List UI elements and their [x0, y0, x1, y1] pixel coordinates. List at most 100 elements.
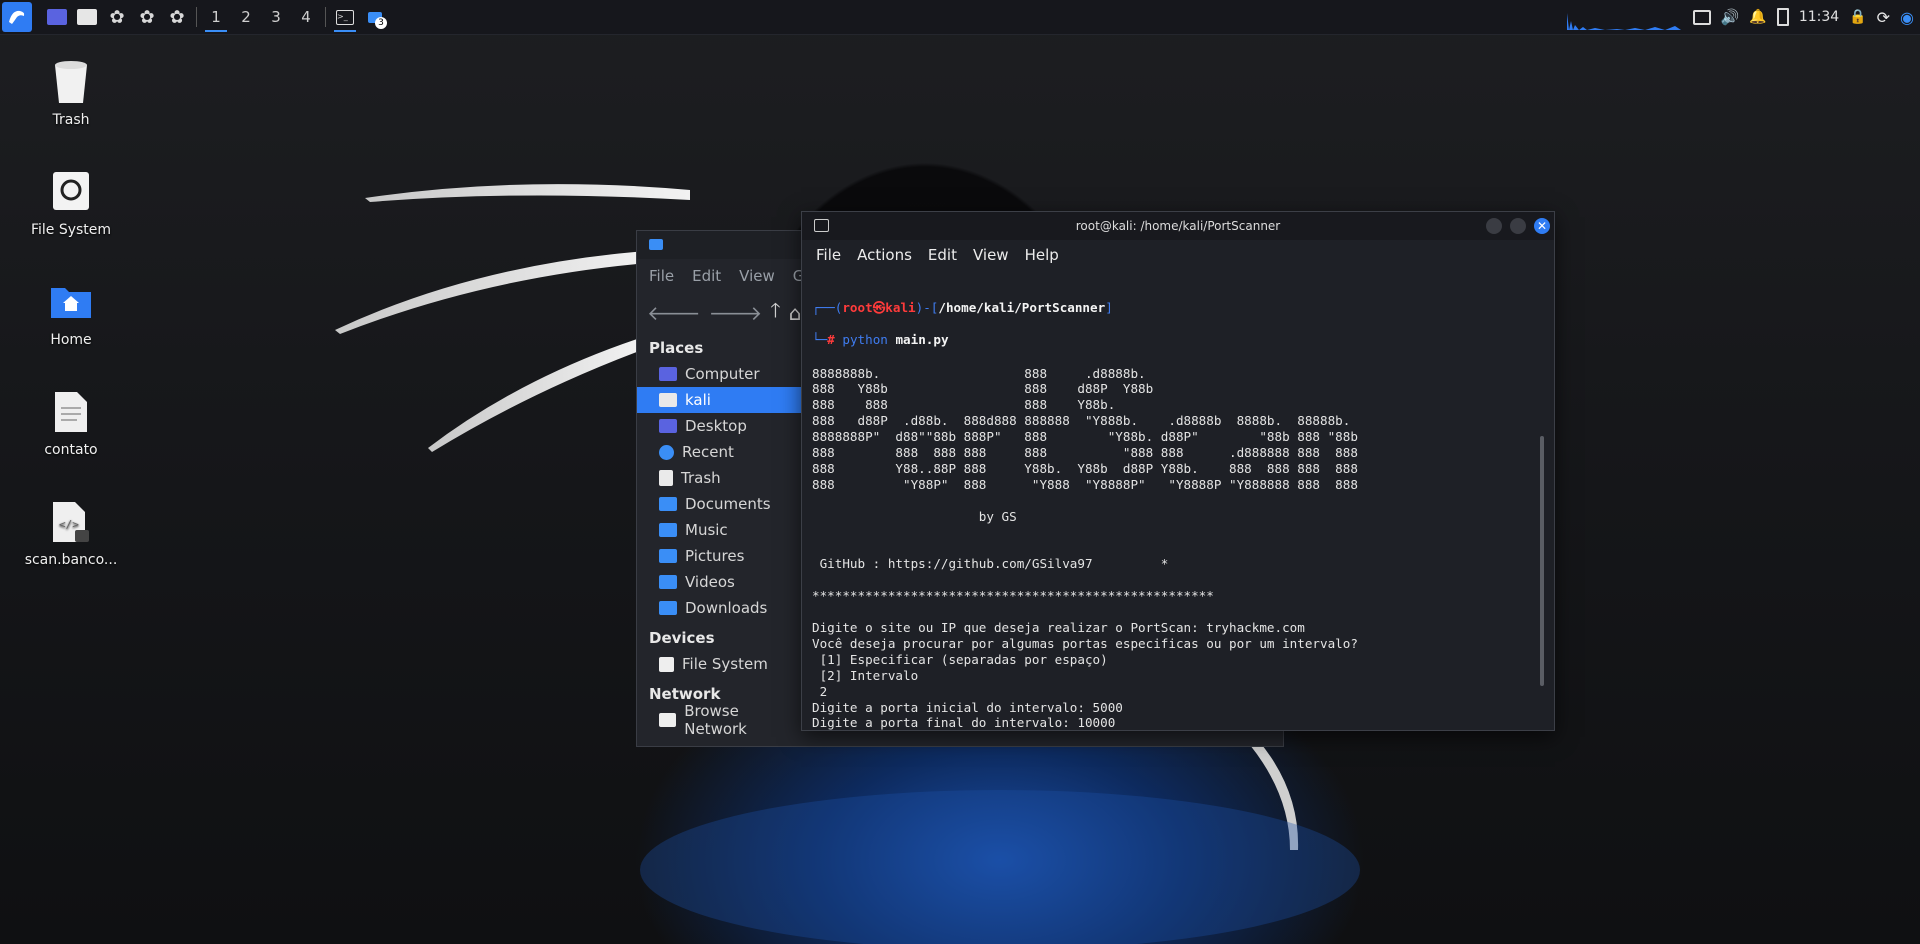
place-downloads[interactable]: Downloads [637, 595, 801, 621]
clock[interactable]: 11:34 [1799, 9, 1839, 25]
music-folder-icon [659, 523, 677, 537]
lock-screen-icon[interactable]: 🔒 [1849, 9, 1866, 25]
output-line: [1] Especificar (separadas por espaço) [812, 651, 1108, 667]
banner-line: 8888888P" d88""88b 888P" 888 "Y88b. d88P… [812, 429, 1358, 445]
place-computer[interactable]: Computer [637, 361, 801, 387]
documents-folder-icon [659, 497, 677, 511]
output-line: Você deseja procurar por algumas portas … [812, 635, 1358, 651]
banner-line [812, 572, 1534, 588]
file-manager-sidebar: Places Computer kali Desktop Recent Tras… [637, 331, 801, 738]
desktop-icon-home[interactable]: Home [16, 278, 126, 348]
banner-line: 888 Y88b 888 d88P Y88b [812, 381, 1154, 397]
maximize-button[interactable] [1510, 218, 1526, 234]
show-desktop-button[interactable] [42, 2, 72, 32]
command-bin: python [842, 331, 888, 347]
output-line: Digite a porta final do intervalo: 10000 [812, 715, 1116, 730]
launcher-3[interactable]: ✿ [162, 2, 192, 32]
desktop-icon-scan-banco[interactable]: </> scan.banco... [16, 498, 126, 568]
output-line: Digite a porta inicial do intervalo: 500… [812, 699, 1123, 715]
launcher-2[interactable]: ✿ [132, 2, 162, 32]
device-label: File System [682, 655, 768, 673]
menu-edit[interactable]: Edit [928, 246, 957, 264]
text-file-icon [47, 388, 95, 436]
notification-bell-icon[interactable]: 🔔 [1749, 9, 1766, 25]
place-music[interactable]: Music [637, 517, 801, 543]
home-icon[interactable]: ⌂ [789, 301, 802, 325]
desktop-icon-label: scan.banco... [24, 552, 118, 568]
pictures-folder-icon [659, 549, 677, 563]
menu-view[interactable]: View [973, 246, 1009, 264]
gear-icon: ✿ [139, 6, 155, 28]
close-button[interactable]: ✕ [1534, 218, 1550, 234]
place-label: Trash [681, 469, 721, 487]
terminal-output[interactable]: ┌──(root㉿kali)-[/home/kali/PortScanner] … [812, 284, 1534, 730]
gear-icon: ✿ [169, 6, 185, 28]
network-browse[interactable]: Browse Network [637, 702, 801, 738]
workspace-1[interactable]: 1 [201, 2, 231, 32]
locked-code-file-icon: </> [47, 498, 95, 546]
place-label: Documents [685, 495, 771, 513]
place-documents[interactable]: Documents [637, 491, 801, 517]
menu-file[interactable]: File [816, 246, 841, 264]
terminal-scrollbar[interactable] [1540, 436, 1544, 686]
banner-line [812, 525, 1534, 541]
command-arg: main.py [895, 331, 949, 347]
menu-help[interactable]: Help [1025, 246, 1059, 264]
menu-edit[interactable]: Edit [692, 267, 721, 285]
videos-folder-icon [659, 575, 677, 589]
output-line: Digite o site ou IP que deseja realizar … [812, 620, 1305, 636]
taskbar-file-manager[interactable]: 3 [360, 2, 390, 32]
workspace-4[interactable]: 4 [291, 2, 321, 32]
place-desktop[interactable]: Desktop [637, 413, 801, 439]
place-label: Music [685, 521, 728, 539]
desktop-icon-label: Trash [52, 112, 90, 128]
power-icon[interactable]: ◉ [1900, 8, 1914, 27]
panel-separator [196, 7, 197, 27]
top-panel: ✿ ✿ ✿ 1 2 3 4 >_ 3 🔊 🔔 11:34 🔒 ⟳ ◉ [0, 0, 1920, 35]
banner-line: 888 888 888 888 888 "888 888 .d888888 88… [812, 445, 1358, 461]
prompt-user: root [842, 299, 873, 315]
launcher-1[interactable]: ✿ [102, 2, 132, 32]
place-videos[interactable]: Videos [637, 569, 801, 595]
banner-line: 8888888b. 888 .d8888b. [812, 365, 1146, 381]
downloads-folder-icon [659, 601, 677, 615]
refresh-icon[interactable]: ⟳ [1877, 8, 1890, 27]
place-label: Pictures [685, 547, 745, 565]
menu-view[interactable]: View [739, 267, 775, 285]
terminal-window[interactable]: root@kali: /home/kali/PortScanner ✕ File… [801, 211, 1555, 731]
program-output: Digite o site ou IP que deseja realizar … [812, 620, 1534, 730]
back-arrow-icon[interactable]: 🡐 [647, 301, 701, 325]
volume-icon[interactable]: 🔊 [1721, 8, 1740, 26]
display-icon[interactable] [1692, 9, 1711, 25]
battery-icon[interactable] [1776, 8, 1789, 26]
prompt-host: kali [885, 299, 916, 315]
drive-icon [659, 656, 674, 672]
up-arrow-icon[interactable]: 🡑 [770, 296, 780, 330]
ascii-banner: 8888888b. 888 .d8888b. 888 Y88b 888 d88P … [812, 366, 1534, 605]
workspace-2[interactable]: 2 [231, 2, 261, 32]
output-line: 2 [812, 683, 828, 699]
terminal-menubar: File Actions Edit View Help [802, 240, 1554, 270]
terminal-titlebar[interactable]: root@kali: /home/kali/PortScanner ✕ [802, 212, 1554, 240]
menu-file[interactable]: File [649, 267, 674, 285]
desktop-icon-contato[interactable]: contato [16, 388, 126, 458]
place-recent[interactable]: Recent [637, 439, 801, 465]
kali-menu-button[interactable] [2, 2, 32, 32]
desktop-icon-file-system[interactable]: File System [16, 168, 126, 238]
place-label: Computer [685, 365, 760, 383]
minimize-button[interactable] [1486, 218, 1502, 234]
place-label: Videos [685, 573, 735, 591]
place-trash[interactable]: Trash [637, 465, 801, 491]
file-manager-launcher[interactable] [72, 2, 102, 32]
taskbar-terminal[interactable]: >_ [330, 2, 360, 32]
folder-icon [77, 9, 97, 25]
device-file-system[interactable]: File System [637, 651, 801, 677]
cpu-graph [1564, 3, 1683, 31]
forward-arrow-icon[interactable]: 🡒 [709, 301, 763, 325]
menu-actions[interactable]: Actions [857, 246, 912, 264]
workspace-3[interactable]: 3 [261, 2, 291, 32]
place-kali[interactable]: kali [637, 387, 801, 413]
banner-line: ****************************************… [812, 588, 1214, 604]
desktop-icon-trash[interactable]: Trash [16, 58, 126, 128]
place-pictures[interactable]: Pictures [637, 543, 801, 569]
